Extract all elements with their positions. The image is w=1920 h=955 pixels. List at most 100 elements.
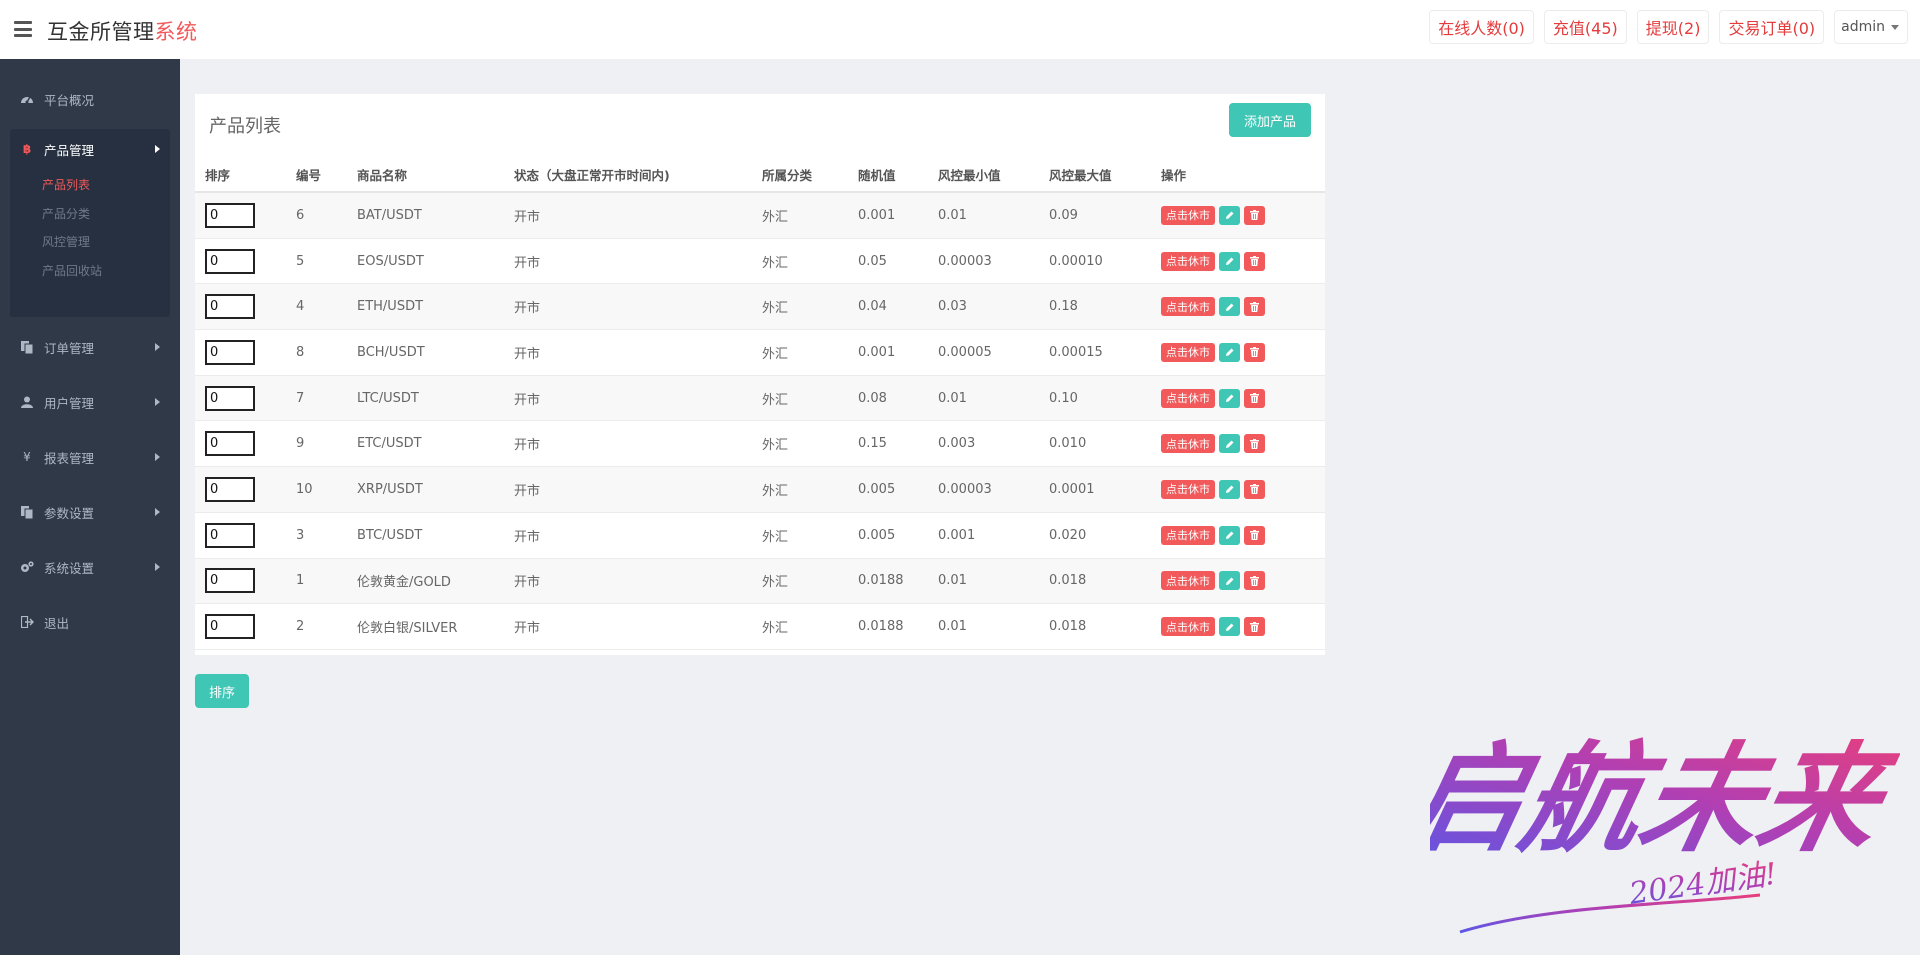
trade-orders-button[interactable]: 交易订单(0) <box>1719 10 1825 44</box>
delete-button[interactable] <box>1244 342 1265 362</box>
chevron-down-icon <box>1891 24 1899 30</box>
action-cell: 点击休市 <box>1161 193 1265 238</box>
pencil-icon <box>1225 257 1233 266</box>
page-title: 产品列表 <box>209 116 281 137</box>
sort-cell <box>205 193 255 238</box>
pencil-icon <box>1225 394 1233 403</box>
delete-button[interactable] <box>1244 297 1265 317</box>
edit-button[interactable] <box>1219 571 1240 591</box>
delete-button[interactable] <box>1244 251 1265 271</box>
action-cell: 点击休市 <box>1161 513 1265 558</box>
submenu-product-category[interactable]: 产品分类 <box>42 205 90 222</box>
risk-min-value: 0.01 <box>938 207 967 223</box>
close-market-button[interactable]: 点击休市 <box>1161 434 1215 454</box>
user-menu[interactable]: admin <box>1834 10 1908 44</box>
edit-button[interactable] <box>1219 297 1240 317</box>
pencil-icon <box>1225 211 1233 220</box>
product-id: 6 <box>296 207 305 223</box>
delete-button[interactable] <box>1244 617 1265 637</box>
sidebar-item-system[interactable]: 系统设置 <box>0 547 180 587</box>
action-cell: 点击休市 <box>1161 559 1265 604</box>
close-market-button[interactable]: 点击休市 <box>1161 571 1215 591</box>
sort-order-input[interactable] <box>205 294 255 320</box>
sort-order-input[interactable] <box>205 431 255 457</box>
submenu-product-recycle[interactable]: 产品回收站 <box>42 262 102 279</box>
withdraw-button[interactable]: 提现(2) <box>1636 10 1710 44</box>
pencil-icon <box>1225 303 1233 311</box>
trash-icon <box>1250 210 1259 221</box>
product-id: 3 <box>296 527 305 543</box>
trash-icon <box>1250 347 1259 358</box>
sidebar-item-orders[interactable]: 订单管理 <box>0 327 180 367</box>
edit-button[interactable] <box>1219 251 1240 271</box>
product-category: 外汇 <box>762 209 789 225</box>
sidebar-item-logout[interactable]: 退出 <box>0 602 180 642</box>
recharge-button[interactable]: 充值(45) <box>1543 10 1627 44</box>
edit-button[interactable] <box>1219 388 1240 408</box>
sidebar-item-overview[interactable]: 平台概况 <box>0 79 180 119</box>
edit-button[interactable] <box>1219 342 1240 362</box>
action-cell: 点击休市 <box>1161 604 1265 649</box>
online-users-button[interactable]: 在线人数(0) <box>1429 10 1534 44</box>
submenu-risk-control[interactable]: 风控管理 <box>42 233 90 250</box>
pencil-icon <box>1225 531 1233 540</box>
menu-toggle-icon[interactable] <box>14 21 32 37</box>
sort-order-input[interactable] <box>205 476 255 502</box>
risk-min-value: 0.03 <box>938 299 967 315</box>
close-market-button[interactable]: 点击休市 <box>1161 251 1215 271</box>
sidebar-item-params[interactable]: 参数设置 <box>0 492 180 532</box>
delete-button[interactable] <box>1244 388 1265 408</box>
edit-button[interactable] <box>1219 617 1240 637</box>
edit-button[interactable] <box>1219 434 1240 454</box>
sort-order-input[interactable] <box>205 339 255 365</box>
risk-max-value: 0.00015 <box>1049 344 1103 360</box>
sort-order-input[interactable] <box>205 614 255 640</box>
close-market-button[interactable]: 点击休市 <box>1161 205 1215 225</box>
product-name: ETH/USDT <box>357 299 424 315</box>
trash-icon <box>1250 256 1259 267</box>
close-market-button[interactable]: 点击休市 <box>1161 479 1215 499</box>
submenu-product-list[interactable]: 产品列表 <box>42 176 90 193</box>
brand-main: 互金所管理 <box>47 20 155 44</box>
sort-cell <box>205 239 255 284</box>
close-market-button[interactable]: 点击休市 <box>1161 525 1215 545</box>
edit-button[interactable] <box>1219 525 1240 545</box>
delete-button[interactable] <box>1244 525 1265 545</box>
sort-cell <box>205 421 255 466</box>
table-row: 1 伦敦黄金/GOLD 开市 外汇 0.0188 0.01 0.018 点击休市 <box>195 558 1325 605</box>
delete-button[interactable] <box>1244 434 1265 454</box>
risk-min-value: 0.00003 <box>938 481 992 497</box>
sort-order-input[interactable] <box>205 202 255 228</box>
sort-order-input[interactable] <box>205 522 255 548</box>
risk-max-value: 0.0001 <box>1049 481 1095 497</box>
sort-cell <box>205 284 255 329</box>
copy-icon <box>20 505 34 519</box>
close-market-button[interactable]: 点击休市 <box>1161 297 1215 317</box>
sort-order-input[interactable] <box>205 385 255 411</box>
sidebar-item-product[interactable]: ฿ 产品管理 <box>10 129 170 169</box>
trash-icon <box>1250 393 1259 404</box>
sidebar-item-reports[interactable]: ¥ 报表管理 <box>0 437 180 477</box>
risk-max-value: 0.020 <box>1049 527 1087 543</box>
sort-order-input[interactable] <box>205 568 255 594</box>
add-product-button[interactable]: 添加产品 <box>1229 103 1311 137</box>
sort-order-input[interactable] <box>205 248 255 274</box>
risk-max-value: 0.018 <box>1049 619 1087 635</box>
sidebar-item-label: 用户管理 <box>44 395 95 411</box>
close-market-button[interactable]: 点击休市 <box>1161 342 1215 362</box>
edit-button[interactable] <box>1219 479 1240 499</box>
sort-button[interactable]: 排序 <box>195 674 249 708</box>
close-market-button[interactable]: 点击休市 <box>1161 617 1215 637</box>
sidebar-item-users[interactable]: 用户管理 <box>0 382 180 422</box>
delete-button[interactable] <box>1244 205 1265 225</box>
delete-button[interactable] <box>1244 479 1265 499</box>
close-market-button[interactable]: 点击休市 <box>1161 388 1215 408</box>
random-value: 0.04 <box>858 299 887 315</box>
random-value: 0.08 <box>858 390 887 406</box>
column-header: 商品名称 <box>357 168 408 183</box>
edit-button[interactable] <box>1219 205 1240 225</box>
sidebar-item-label: 系统设置 <box>44 560 95 576</box>
product-name: LTC/USDT <box>357 390 419 406</box>
chevron-right-icon <box>155 145 160 153</box>
delete-button[interactable] <box>1244 571 1265 591</box>
